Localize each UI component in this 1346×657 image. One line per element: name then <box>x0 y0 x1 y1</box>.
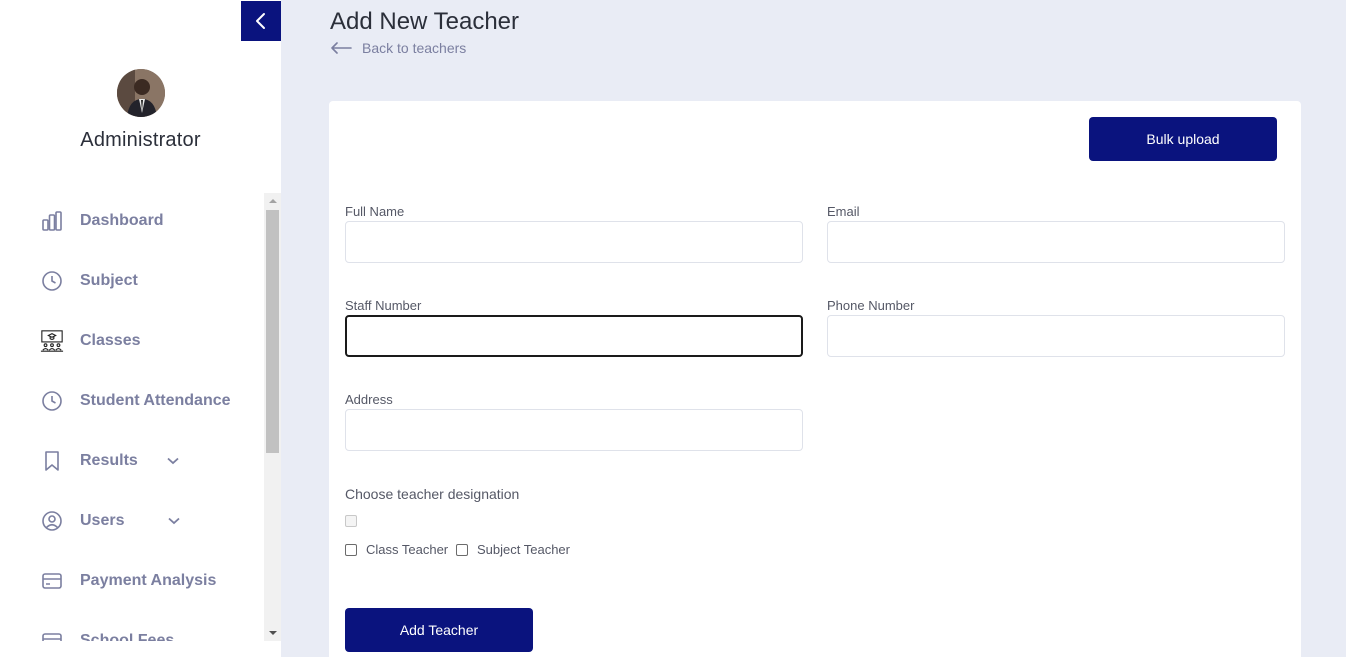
full-name-input[interactable] <box>345 221 803 263</box>
scroll-down-arrow-icon[interactable] <box>264 625 281 641</box>
sidebar-item-subject[interactable]: Subject <box>0 261 264 301</box>
back-link-label: Back to teachers <box>362 40 467 56</box>
designation-checkbox-disabled <box>345 515 357 527</box>
sidebar-item-label: School Fees <box>80 632 175 641</box>
email-label: Email <box>827 204 860 219</box>
page-title: Add New Teacher <box>330 8 519 35</box>
address-label: Address <box>345 392 393 407</box>
sidebar-item-label: Users <box>80 512 125 529</box>
sidebar-item-label: Classes <box>80 332 141 349</box>
back-to-teachers-link[interactable]: Back to teachers <box>330 40 466 56</box>
chevron-left-icon <box>256 13 265 29</box>
add-teacher-button[interactable]: Add Teacher <box>345 608 533 652</box>
chevron-down-icon <box>166 454 180 468</box>
sidebar: Administrator Dashboard Subject Classes <box>0 0 281 657</box>
sidebar-item-student-attendance[interactable]: Student Attendance <box>0 381 264 421</box>
subject-teacher-checkbox[interactable] <box>456 544 468 556</box>
email-input[interactable] <box>827 221 1285 263</box>
chevron-down-icon <box>167 514 181 528</box>
collapse-sidebar-button[interactable] <box>241 1 281 41</box>
class-teacher-checkbox[interactable] <box>345 544 357 556</box>
classroom-icon <box>40 329 64 353</box>
scrollbar-thumb[interactable] <box>266 210 279 453</box>
staff-number-label: Staff Number <box>345 298 422 313</box>
sidebar-item-label: Payment Analysis <box>80 572 217 589</box>
sidebar-item-classes[interactable]: Classes <box>0 321 264 361</box>
user-name: Administrator <box>80 129 201 151</box>
designation-label: Choose teacher designation <box>345 486 520 502</box>
subject-teacher-label: Subject Teacher <box>477 542 570 557</box>
sidebar-item-school-fees[interactable]: School Fees <box>0 621 264 641</box>
sidebar-item-users[interactable]: Users <box>0 501 264 541</box>
sidebar-item-label: Dashboard <box>80 212 164 229</box>
bulk-upload-button[interactable]: Bulk upload <box>1089 117 1277 161</box>
sidebar-scrollbar[interactable] <box>264 193 281 641</box>
sidebar-item-payment-analysis[interactable]: Payment Analysis <box>0 561 264 601</box>
full-name-label: Full Name <box>345 204 405 219</box>
sidebar-nav: Dashboard Subject Classes Student Attend… <box>0 193 281 641</box>
scroll-up-arrow-icon[interactable] <box>264 193 281 209</box>
teacher-form-card: Bulk upload Full Name Email Staff Number… <box>329 101 1301 657</box>
arrow-left-icon <box>331 42 352 54</box>
sidebar-item-label: Student Attendance <box>80 392 231 409</box>
credit-card-icon <box>40 569 64 593</box>
avatar <box>117 69 165 117</box>
staff-number-input[interactable] <box>345 315 803 357</box>
class-teacher-label: Class Teacher <box>366 542 449 557</box>
clock-icon <box>40 269 64 293</box>
clock-icon <box>40 389 64 413</box>
credit-card-icon <box>40 629 64 641</box>
sidebar-item-label: Subject <box>80 272 138 289</box>
phone-number-input[interactable] <box>827 315 1285 357</box>
sidebar-item-dashboard[interactable]: Dashboard <box>0 201 264 241</box>
sidebar-item-results[interactable]: Results <box>0 441 264 481</box>
address-input[interactable] <box>345 409 803 451</box>
sidebar-item-label: Results <box>80 452 138 469</box>
bar-chart-icon <box>40 209 64 233</box>
phone-number-label: Phone Number <box>827 298 915 313</box>
bookmark-icon <box>40 449 64 473</box>
user-circle-icon <box>40 509 64 533</box>
